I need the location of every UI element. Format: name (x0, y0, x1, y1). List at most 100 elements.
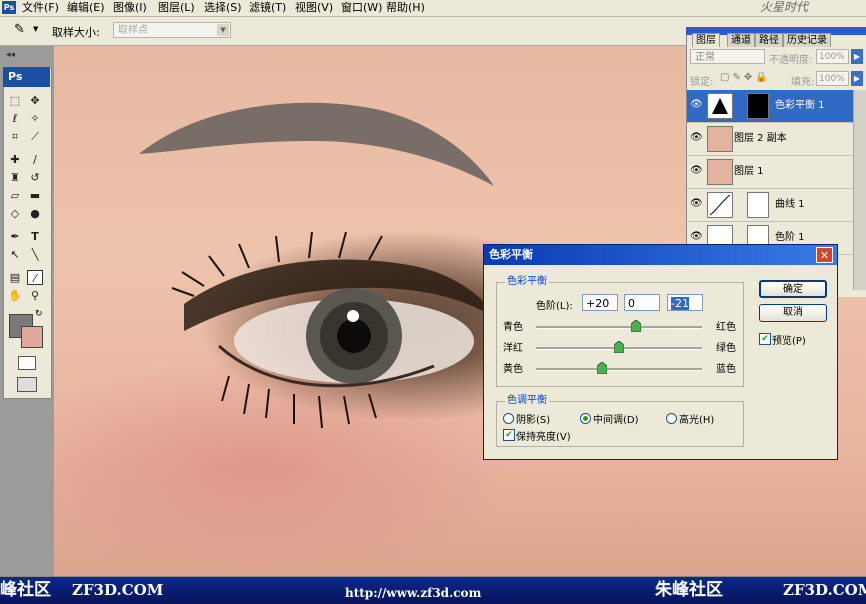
menu-window[interactable]: 窗口(W) (341, 1, 382, 15)
level-yellow-blue-input[interactable]: -21 (667, 294, 703, 311)
footer-brand: 朱峰社区 (655, 580, 723, 600)
screen-mode-icon[interactable] (17, 377, 37, 392)
eraser-icon[interactable]: ▱ (7, 188, 23, 203)
menu-file[interactable]: 文件(F) (22, 1, 59, 15)
eyedropper-tool-icon[interactable]: ⁄ (27, 270, 43, 285)
slider-left-label: 洋红 (503, 343, 523, 354)
preview-checkbox[interactable]: ✔ (759, 333, 771, 345)
layer-name: 曲线 1 (775, 199, 805, 210)
adjustment-thumbnail (707, 93, 733, 119)
menu-help[interactable]: 帮助(H) (386, 1, 425, 15)
layer-row-layer1[interactable]: 👁 图层 1 (687, 156, 853, 189)
pen-icon[interactable]: ✒ (7, 229, 23, 244)
lock-label: 锁定: (690, 77, 714, 88)
slice-icon[interactable]: ⟋ (27, 129, 43, 144)
type-icon[interactable]: T (27, 229, 43, 244)
dodge-icon[interactable]: ● (27, 206, 43, 221)
midtones-radio[interactable] (580, 413, 591, 424)
tab-history[interactable]: 历史记录 (783, 33, 831, 47)
preserve-luminosity-checkbox[interactable]: ✔ (503, 429, 515, 441)
opacity-arrow-icon[interactable]: ▶ (851, 49, 863, 64)
fill-input[interactable]: 100% (816, 71, 849, 86)
blend-mode-select[interactable]: 正常 (690, 49, 765, 64)
quick-mask-icon[interactable] (18, 356, 36, 370)
background-color-swatch[interactable] (21, 326, 43, 348)
magic-wand-icon[interactable]: ✧ (27, 111, 43, 126)
layer-row-layer2-copy[interactable]: 👁 图层 2 副本 (687, 123, 853, 156)
lasso-icon[interactable]: ℓ (7, 111, 23, 126)
notes-icon[interactable]: ▤ (7, 270, 23, 285)
menu-image[interactable]: 图像(I) (113, 1, 147, 15)
tab-layers[interactable]: 图层 (692, 33, 720, 47)
preview-label[interactable]: 预览(P) (772, 332, 806, 347)
highlights-label[interactable]: 高光(H) (679, 411, 714, 426)
dialog-title: 色彩平衡 (484, 245, 837, 265)
hand-icon[interactable]: ✋ (7, 288, 23, 303)
healing-icon[interactable]: ✚ (7, 152, 23, 167)
yellow-blue-slider-thumb[interactable] (596, 361, 608, 375)
ok-button[interactable]: 确定 (759, 280, 827, 298)
brush-icon[interactable]: ∕ (27, 152, 43, 167)
visibility-eye-icon[interactable]: 👁 (690, 199, 703, 209)
color-balance-group-label: 色彩平衡 (505, 276, 549, 288)
panel-collapse-icon[interactable]: ◂◂ (6, 50, 15, 60)
preserve-luminosity-label[interactable]: 保持亮度(V) (516, 428, 571, 443)
selected-value-text: -21 (671, 297, 689, 310)
crop-icon[interactable]: ⌗ (7, 129, 23, 144)
layer-thumbnail (707, 159, 733, 185)
shadows-label[interactable]: 阴影(S) (516, 411, 550, 426)
chevron-down-icon: ▼ (217, 24, 229, 36)
magenta-green-slider-thumb[interactable] (613, 340, 625, 354)
layer-row-curves[interactable]: 👁 曲线 1 (687, 189, 853, 222)
tone-balance-group-label: 色调平衡 (505, 395, 549, 407)
slider-right-label: 蓝色 (716, 364, 736, 375)
visibility-eye-icon[interactable]: 👁 (690, 100, 703, 110)
zoom-icon[interactable]: ⚲ (27, 288, 43, 303)
watermark-logo: 火星时代 (760, 0, 809, 14)
sample-size-select[interactable]: 取样点 ▼ (113, 22, 231, 38)
stamp-icon[interactable]: ♜ (7, 170, 23, 185)
slider-left-label: 青色 (503, 322, 523, 333)
photoshop-logo-icon: Ps (2, 1, 16, 14)
cancel-button[interactable]: 取消 (759, 304, 827, 322)
fill-arrow-icon[interactable]: ▶ (851, 71, 863, 86)
eyedropper-icon[interactable]: ✎ (14, 23, 25, 37)
highlights-radio[interactable] (666, 413, 677, 424)
path-select-icon[interactable]: ↖ (7, 247, 23, 262)
tab-paths[interactable]: 路径 (755, 33, 783, 47)
gradient-icon[interactable]: ▬ (27, 188, 43, 203)
marquee-icon[interactable]: ⬚ (7, 93, 23, 108)
yellow-blue-slider-track[interactable] (536, 368, 702, 371)
slider-left-label: 黄色 (503, 364, 523, 375)
level-magenta-green-input[interactable]: 0 (624, 294, 660, 311)
swap-colors-icon[interactable]: ↻ (35, 309, 43, 319)
line-icon[interactable]: ╲ (27, 247, 43, 262)
opacity-input[interactable]: 100% (816, 49, 849, 64)
visibility-eye-icon[interactable]: 👁 (690, 133, 703, 143)
lock-options-icon[interactable]: ▢✎✥🔒 (720, 72, 771, 83)
menu-select[interactable]: 选择(S) (204, 1, 242, 15)
midtones-label[interactable]: 中间调(D) (593, 411, 639, 426)
level-cyan-red-input[interactable]: +20 (582, 294, 618, 311)
history-brush-icon[interactable]: ↺ (27, 170, 43, 185)
footer-brand-fragment: 峰社区 (0, 580, 51, 600)
sample-size-value: 取样点 (118, 25, 148, 36)
shadows-radio[interactable] (503, 413, 514, 424)
cyan-red-slider-track[interactable] (536, 326, 702, 329)
sample-size-label: 取样大小: (52, 26, 100, 39)
cyan-red-slider-thumb[interactable] (630, 319, 642, 333)
layers-scrollbar[interactable] (853, 90, 866, 290)
blur-icon[interactable]: ◇ (7, 206, 23, 221)
tool-preset-arrow-icon[interactable]: ▼ (33, 25, 38, 33)
visibility-eye-icon[interactable]: 👁 (690, 232, 703, 242)
close-icon[interactable]: ✕ (816, 247, 833, 263)
tab-channels[interactable]: 通道 (727, 33, 755, 47)
menu-filter[interactable]: 滤镜(T) (249, 1, 286, 15)
layer-row-color-balance[interactable]: 👁 色彩平衡 1 (687, 90, 853, 123)
move-icon[interactable]: ✥ (27, 93, 43, 108)
opacity-label: 不透明度: (769, 55, 813, 66)
menu-edit[interactable]: 编辑(E) (67, 1, 105, 15)
visibility-eye-icon[interactable]: 👁 (690, 166, 703, 176)
menu-view[interactable]: 视图(V) (295, 1, 333, 15)
menu-layer[interactable]: 图层(L) (158, 1, 195, 15)
